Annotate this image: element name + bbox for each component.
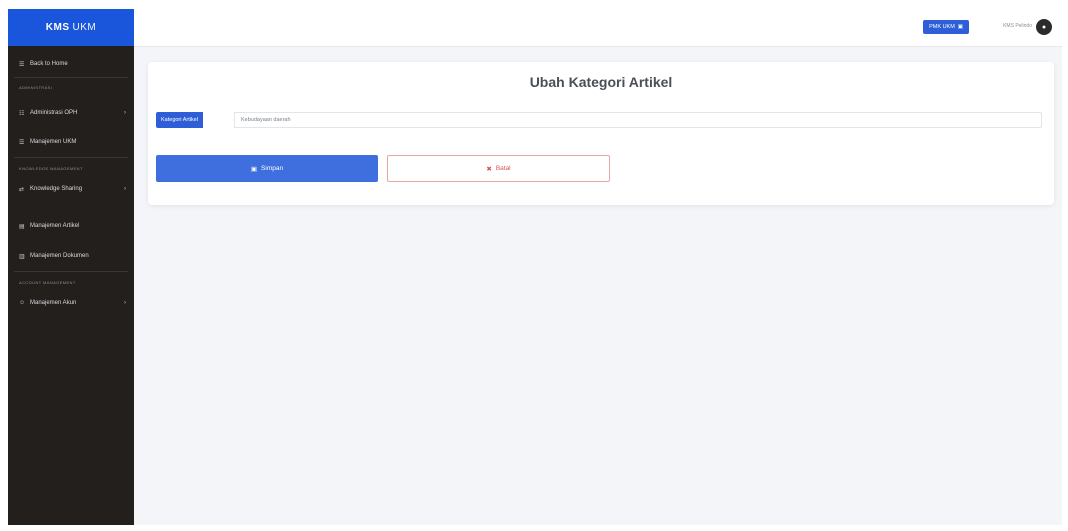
sidebar-item-administrasi-oph[interactable]: ☷ Administrasi OPH › bbox=[19, 106, 126, 120]
avatar[interactable]: ● bbox=[1036, 19, 1052, 35]
chevron-right-icon: › bbox=[124, 110, 126, 116]
sidebar-item-label: Manajemen Dokumen bbox=[30, 253, 89, 259]
topbar: PMK UKM ▣ KMS Pelindo ● bbox=[134, 9, 1062, 47]
sidebar-divider bbox=[14, 77, 128, 78]
login-icon: ▣ bbox=[957, 24, 963, 30]
people-icon: ☷ bbox=[19, 110, 25, 117]
sidebar-item-manajemen-ukm[interactable]: ☰ Manajemen UKM bbox=[19, 135, 126, 149]
user-icon: ☺ bbox=[19, 300, 26, 306]
cancel-button[interactable]: ✖ Batal bbox=[387, 155, 610, 182]
sidebar-item-back-home[interactable]: ☰ Back to Home bbox=[19, 57, 126, 71]
sidebar-heading-administrasi: Administrasi bbox=[19, 85, 53, 90]
document-icon: ▤ bbox=[19, 223, 25, 230]
cancel-button-label: Batal bbox=[495, 165, 511, 172]
sidebar-divider bbox=[14, 157, 128, 158]
save-icon: ▣ bbox=[250, 165, 258, 173]
chevron-right-icon: › bbox=[124, 300, 126, 306]
sidebar-item-manajemen-dokumen[interactable]: ▥ Manajemen Dokumen bbox=[19, 249, 126, 263]
close-icon: ✖ bbox=[486, 165, 492, 173]
share-icon: ⇄ bbox=[19, 186, 25, 193]
sidebar-divider bbox=[14, 271, 128, 272]
file-icon: ▥ bbox=[19, 253, 25, 260]
brand-name: KMS bbox=[45, 22, 70, 33]
sidebar-item-label: Back to Home bbox=[30, 61, 68, 67]
sidebar-item-label: Manajemen UKM bbox=[30, 139, 77, 145]
edit-category-card: Ubah Kategori Artikel Kategori Artikel ▣… bbox=[148, 62, 1054, 205]
chevron-right-icon: › bbox=[124, 186, 126, 192]
sidebar-item-manajemen-artikel[interactable]: ▤ Manajemen Artikel bbox=[19, 219, 126, 233]
sidebar: KMS UKM ☰ Back to Home Administrasi ☷ Ad… bbox=[8, 9, 134, 525]
category-input[interactable] bbox=[234, 112, 1042, 128]
category-field-label: Kategori Artikel bbox=[156, 112, 203, 128]
topbar-button-label: PMK UKM bbox=[929, 24, 955, 30]
sidebar-item-label: Administrasi OPH bbox=[30, 110, 78, 116]
brand-logo[interactable]: KMS UKM bbox=[8, 9, 134, 46]
sidebar-item-label: Knowledge Sharing bbox=[30, 186, 83, 192]
sidebar-item-label: Manajemen Artikel bbox=[30, 223, 80, 229]
sidebar-heading-account: Account Management bbox=[19, 280, 76, 285]
user-name[interactable]: KMS Pelindo bbox=[1003, 23, 1032, 29]
sidebar-item-label: Manajemen Akun bbox=[30, 300, 77, 306]
app-frame: KMS UKM ☰ Back to Home Administrasi ☷ Ad… bbox=[8, 9, 1062, 525]
sidebar-item-knowledge-sharing[interactable]: ⇄ Knowledge Sharing › bbox=[19, 182, 126, 196]
sidebar-heading-knowledge: Knowledge Management bbox=[19, 166, 83, 171]
arrow-left-icon: ☰ bbox=[19, 61, 25, 68]
list-icon: ☰ bbox=[19, 139, 25, 146]
sidebar-item-manajemen-akun[interactable]: ☺ Manajemen Akun › bbox=[19, 296, 126, 310]
save-button[interactable]: ▣ Simpan bbox=[156, 155, 378, 182]
brand-sub: UKM bbox=[72, 22, 97, 33]
save-button-label: Simpan bbox=[261, 165, 284, 172]
topbar-ukm-button[interactable]: PMK UKM ▣ bbox=[923, 20, 969, 34]
page-title: Ubah Kategori Artikel bbox=[529, 74, 673, 90]
